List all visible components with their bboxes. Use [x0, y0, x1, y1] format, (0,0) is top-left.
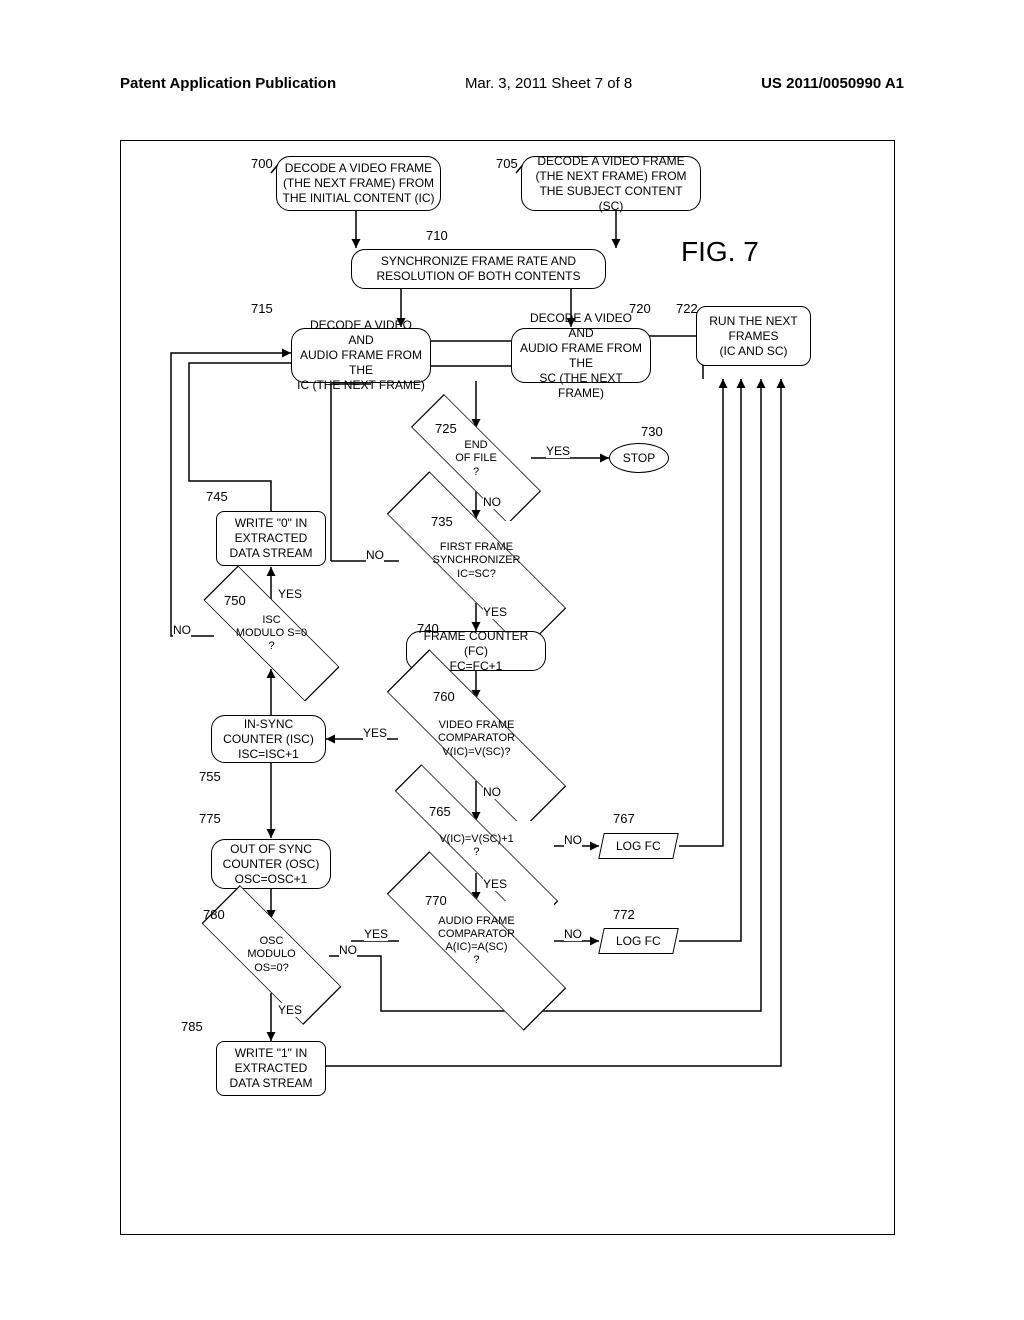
- stop-oval: STOP: [609, 443, 669, 473]
- ref-720: 720: [629, 301, 651, 316]
- ref-785: 785: [181, 1019, 203, 1034]
- diamond-760: VIDEO FRAMECOMPARATORV(IC)=V(SC)?: [399, 699, 554, 779]
- label-780-no: NO: [339, 943, 357, 957]
- ref-765: 765: [429, 804, 451, 819]
- label-725-yes: YES: [546, 444, 570, 458]
- label-750-no: NO: [173, 623, 191, 637]
- label-735-yes: YES: [483, 605, 507, 619]
- figure-container: FIG. 7 DECODE A VIDEO FRAME(THE NEXT FRA…: [120, 140, 895, 1235]
- box-755: IN-SYNCCOUNTER (ISC)ISC=ISC+1: [211, 715, 326, 763]
- box-715: DECODE A VIDEO ANDAUDIO FRAME FROM THEIC…: [291, 328, 431, 383]
- ref-772: 772: [613, 907, 635, 922]
- figure-title: FIG. 7: [681, 236, 759, 268]
- label-760-yes: YES: [363, 726, 387, 740]
- ref-722: 722: [676, 301, 698, 316]
- diamond-750: ISCMODULO S=0?: [214, 601, 329, 666]
- ref-700: 700: [251, 156, 273, 171]
- box-775: OUT OF SYNCCOUNTER (OSC)OSC=OSC+1: [211, 839, 331, 889]
- ref-710: 710: [426, 228, 448, 243]
- label-750-yes: YES: [278, 587, 302, 601]
- box-767: LOG FC: [598, 833, 679, 859]
- box-705: DECODE A VIDEO FRAME(THE NEXT FRAME) FRO…: [521, 156, 701, 211]
- diamond-765: V(IC)=V(SC)+1?: [399, 821, 554, 871]
- label-725-no: NO: [483, 495, 501, 509]
- box-700: DECODE A VIDEO FRAME(THE NEXT FRAME) FRO…: [276, 156, 441, 211]
- label-765-no: NO: [564, 833, 582, 847]
- ref-767: 767: [613, 811, 635, 826]
- label-770-yes: YES: [364, 927, 388, 941]
- diamond-770: AUDIO FRAMECOMPARATORA(IC)=A(SC)?: [399, 901, 554, 981]
- label-735-no: NO: [366, 548, 384, 562]
- ref-755: 755: [199, 769, 221, 784]
- header-right: US 2011/0050990 A1: [761, 75, 904, 92]
- box-745: WRITE "0" INEXTRACTEDDATA STREAM: [216, 511, 326, 566]
- ref-715: 715: [251, 301, 273, 316]
- header-center: Mar. 3, 2011 Sheet 7 of 8: [465, 75, 632, 92]
- ref-730: 730: [641, 424, 663, 439]
- label-770-no: NO: [564, 927, 582, 941]
- diamond-780: OSCMODULOOS=0?: [214, 919, 329, 991]
- diamond-725: ENDOF FILE?: [421, 428, 531, 490]
- ref-740: 740: [417, 621, 439, 636]
- ref-745: 745: [206, 489, 228, 504]
- label-780-yes: YES: [278, 1003, 302, 1017]
- label-765-yes: YES: [483, 877, 507, 891]
- diamond-735: FIRST FRAMESYNCHRONIZERIC=SC?: [399, 521, 554, 601]
- box-720: DECODE A VIDEO ANDAUDIO FRAME FROM THESC…: [511, 328, 651, 383]
- ref-705: 705: [496, 156, 518, 171]
- box-722: RUN THE NEXTFRAMES(IC AND SC): [696, 306, 811, 366]
- page-header: Patent Application Publication Mar. 3, 2…: [0, 0, 1024, 92]
- box-772: LOG FC: [598, 928, 679, 954]
- header-left: Patent Application Publication: [120, 75, 336, 92]
- box-710: SYNCHRONIZE FRAME RATE ANDRESOLUTION OF …: [351, 249, 606, 289]
- ref-775: 775: [199, 811, 221, 826]
- box-785: WRITE "1" INEXTRACTEDDATA STREAM: [216, 1041, 326, 1096]
- label-760-no: NO: [483, 785, 501, 799]
